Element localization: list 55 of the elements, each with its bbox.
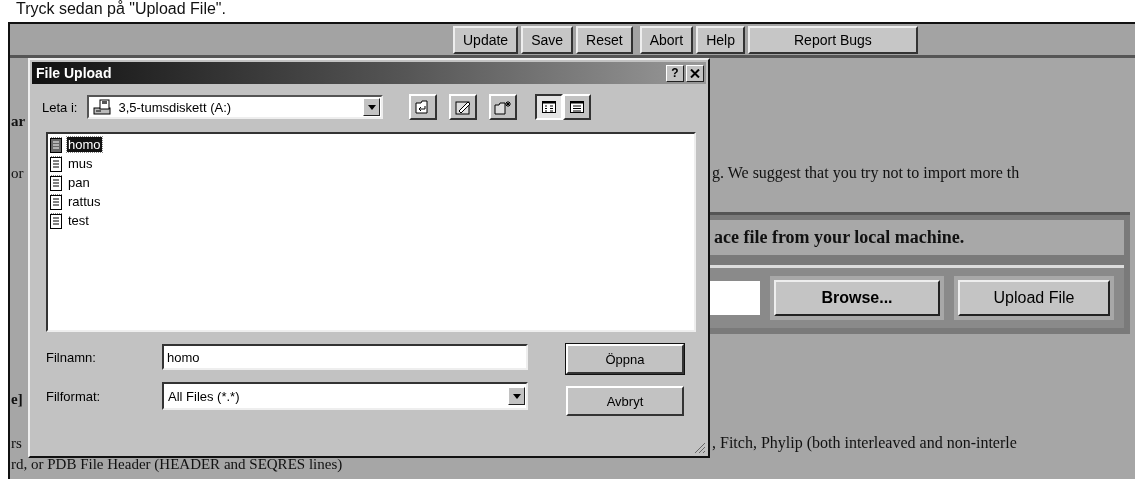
- help-button[interactable]: ?: [666, 64, 684, 82]
- document-icon: [50, 193, 63, 210]
- new-folder-icon: [494, 99, 513, 115]
- toolbar-button[interactable]: Abort: [639, 26, 694, 54]
- desktop-button[interactable]: [449, 94, 478, 120]
- file-type-value: All Files (*.*): [168, 388, 241, 404]
- up-folder-button[interactable]: [409, 94, 438, 120]
- file-item[interactable]: rattus: [67, 194, 102, 209]
- dropdown-arrow-button[interactable]: [508, 387, 525, 405]
- heading-fragment: ar: [11, 113, 26, 130]
- open-button[interactable]: Öppna: [566, 344, 684, 374]
- document-icon: [50, 136, 63, 153]
- close-button[interactable]: [686, 64, 704, 82]
- toolbar-button[interactable]: Save: [521, 26, 574, 54]
- text-fragment: , Fitch, Phylip (both interleaved and non-interle: [712, 434, 1017, 452]
- drive-name: 3,5-tumsdiskett (A:): [118, 99, 233, 115]
- list-view-icon: [542, 101, 557, 113]
- browse-button[interactable]: Browse...: [774, 280, 940, 316]
- list-view-button[interactable]: [535, 94, 564, 120]
- toolbar-button[interactable]: Help: [696, 26, 745, 54]
- text-fragment: rs: [11, 435, 23, 452]
- caret-icon: [512, 393, 521, 399]
- text-fragment: g. We suggest that you try not to import more th: [712, 164, 1020, 182]
- text-fragment: or: [11, 165, 25, 182]
- file-item[interactable]: homo: [67, 137, 102, 152]
- document-icon: [50, 212, 63, 229]
- document-icon: [50, 174, 63, 191]
- file-name-field[interactable]: homo: [162, 344, 528, 370]
- details-view-icon: [570, 101, 585, 113]
- document-icon: [50, 155, 63, 172]
- file-item[interactable]: pan: [67, 175, 91, 190]
- cancel-button[interactable]: Avbryt: [566, 386, 684, 416]
- file-item[interactable]: mus: [67, 156, 94, 171]
- file-item[interactable]: test: [67, 213, 90, 228]
- toolbar-button[interactable]: Reset: [576, 26, 633, 54]
- resize-grip-icon: [694, 442, 706, 454]
- file-type-dropdown[interactable]: All Files (*.*): [162, 382, 528, 410]
- look-in-label: Leta i:: [42, 99, 78, 115]
- heading-fragment: e]: [11, 391, 23, 408]
- file-name-label: Filnamn:: [46, 349, 97, 365]
- floppy-drive-icon: [93, 99, 114, 115]
- look-in-dropdown[interactable]: 3,5-tumsdiskett (A:): [87, 95, 384, 119]
- toolbar-button[interactable]: Update: [453, 26, 519, 54]
- dialog-title: File Upload: [36, 65, 113, 81]
- file-type-label: Filformat:: [46, 388, 102, 404]
- new-folder-button[interactable]: [489, 94, 518, 120]
- close-icon: [690, 68, 700, 78]
- details-view-button[interactable]: [563, 94, 592, 120]
- caption: Tryck sedan på "Upload File".: [15, 0, 227, 18]
- pencil-icon: [455, 99, 472, 115]
- dropdown-arrow-button[interactable]: [363, 98, 381, 116]
- caret-icon: [367, 104, 376, 110]
- toolbar-button[interactable]: Report Bugs: [747, 26, 918, 54]
- text-fragment: rd, or PDB File Header (HEADER and SEQRES lines): [11, 456, 343, 473]
- upload-file-button[interactable]: Upload File: [958, 280, 1110, 316]
